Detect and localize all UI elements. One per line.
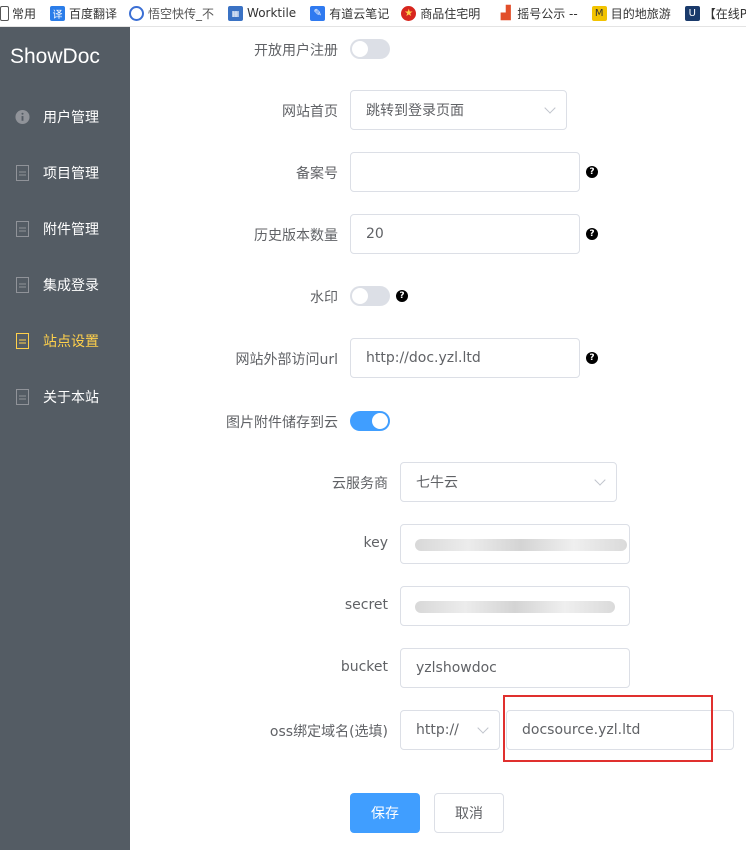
- bucket-label: bucket: [340, 659, 388, 675]
- provider-select[interactable]: 七牛云: [400, 462, 617, 502]
- secret-label: secret: [344, 597, 388, 613]
- translate-icon: 译: [50, 5, 66, 21]
- domain-label: oss绑定域名(选填): [269, 724, 388, 740]
- key-input[interactable]: [400, 524, 630, 564]
- sidebar-item-projects[interactable]: 项目管理: [0, 145, 130, 201]
- register-label: 开放用户注册: [254, 43, 338, 59]
- highlight-box: [503, 695, 713, 762]
- youdao-icon: ✎: [310, 5, 326, 21]
- bookmarks-bar: 常用 译 百度翻译 悟空快传_不 ▦ Worktile ✎ 有道云笔记 ★ 商品…: [0, 0, 746, 27]
- document-icon: [16, 389, 29, 405]
- switch-knob: [372, 413, 388, 429]
- emblem-icon: ★: [401, 5, 417, 21]
- app-icon: U: [684, 5, 700, 21]
- cloud-label: 图片附件储存到云: [226, 415, 338, 431]
- sidebar-item-label: 关于本站: [43, 390, 99, 406]
- sidebar-item-label: 集成登录: [43, 278, 99, 294]
- history-label: 历史版本数量: [254, 228, 338, 244]
- redacted-value: [415, 539, 627, 551]
- watermark-switch[interactable]: [350, 286, 390, 306]
- cloud-switch[interactable]: [350, 411, 390, 431]
- bookmark-common[interactable]: 常用: [0, 0, 40, 26]
- help-icon[interactable]: ?: [396, 290, 408, 302]
- switch-knob: [352, 288, 368, 304]
- document-icon: [16, 165, 29, 181]
- save-button[interactable]: 保存: [350, 793, 420, 833]
- url-input[interactable]: http://doc.yzl.ltd: [350, 338, 580, 378]
- sidebar-item-label: 站点设置: [43, 334, 99, 350]
- wukong-icon: [129, 5, 145, 21]
- sidebar-item-about[interactable]: 关于本站: [0, 369, 130, 425]
- home-label: 网站首页: [282, 104, 338, 120]
- redacted-value: [415, 601, 615, 613]
- beian-label: 备案号: [296, 166, 338, 182]
- help-icon[interactable]: ?: [586, 352, 598, 364]
- brand-logo[interactable]: ShowDoc: [10, 45, 100, 69]
- beian-input[interactable]: [350, 152, 580, 192]
- chevron-down-icon: [477, 722, 489, 734]
- register-switch[interactable]: [350, 39, 390, 59]
- sidebar-item-sso[interactable]: 集成登录: [0, 257, 130, 313]
- url-label: 网站外部访问url: [235, 352, 338, 368]
- protocol-select[interactable]: http://: [400, 710, 500, 750]
- bookmark-housing[interactable]: ★ 商品住宅明: [401, 0, 484, 26]
- bookmark-baidu-translate[interactable]: 译 百度翻译: [50, 0, 121, 26]
- document-icon: [16, 277, 29, 293]
- document-icon: [16, 333, 29, 349]
- bookmark-wukong[interactable]: 悟空快传_不: [129, 0, 218, 26]
- bookmark-travel[interactable]: M 目的地旅游: [591, 0, 675, 26]
- info-icon: [15, 109, 30, 125]
- cancel-button[interactable]: 取消: [434, 793, 504, 833]
- chevron-down-icon: [594, 474, 606, 486]
- sidebar-item-attachments[interactable]: 附件管理: [0, 201, 130, 257]
- bucket-input[interactable]: yzlshowdoc: [400, 648, 630, 688]
- key-label: key: [363, 535, 388, 551]
- bookmark-lottery[interactable]: ▟ 摇号公示 --: [498, 0, 581, 26]
- bookmark-worktile[interactable]: ▦ Worktile: [228, 0, 300, 26]
- folder-icon: [0, 5, 9, 21]
- sidebar-item-label: 用户管理: [43, 110, 99, 126]
- history-input[interactable]: 20: [350, 214, 580, 254]
- switch-knob: [352, 41, 368, 57]
- chevron-down-icon: [544, 102, 556, 114]
- document-icon: [16, 221, 29, 237]
- chart-icon: ▟: [498, 5, 514, 21]
- bookmark-online[interactable]: U 【在线P: [684, 0, 746, 26]
- sidebar-item-label: 附件管理: [43, 222, 99, 238]
- worktile-icon: ▦: [228, 5, 244, 21]
- bookmark-youdao[interactable]: ✎ 有道云笔记: [310, 0, 393, 26]
- help-icon[interactable]: ?: [586, 228, 598, 240]
- home-select[interactable]: 跳转到登录页面: [350, 90, 567, 130]
- secret-input[interactable]: [400, 586, 630, 626]
- sidebar: ShowDoc 用户管理 项目管理 附件管理 集成登录 站点设置 关于本站: [0, 27, 130, 850]
- sidebar-item-label: 项目管理: [43, 166, 99, 182]
- watermark-label: 水印: [310, 290, 338, 306]
- provider-label: 云服务商: [332, 476, 388, 492]
- sidebar-item-users[interactable]: 用户管理: [0, 89, 130, 145]
- sidebar-item-site-settings[interactable]: 站点设置: [0, 313, 130, 369]
- mail-icon: M: [591, 5, 607, 21]
- help-icon[interactable]: ?: [586, 166, 598, 178]
